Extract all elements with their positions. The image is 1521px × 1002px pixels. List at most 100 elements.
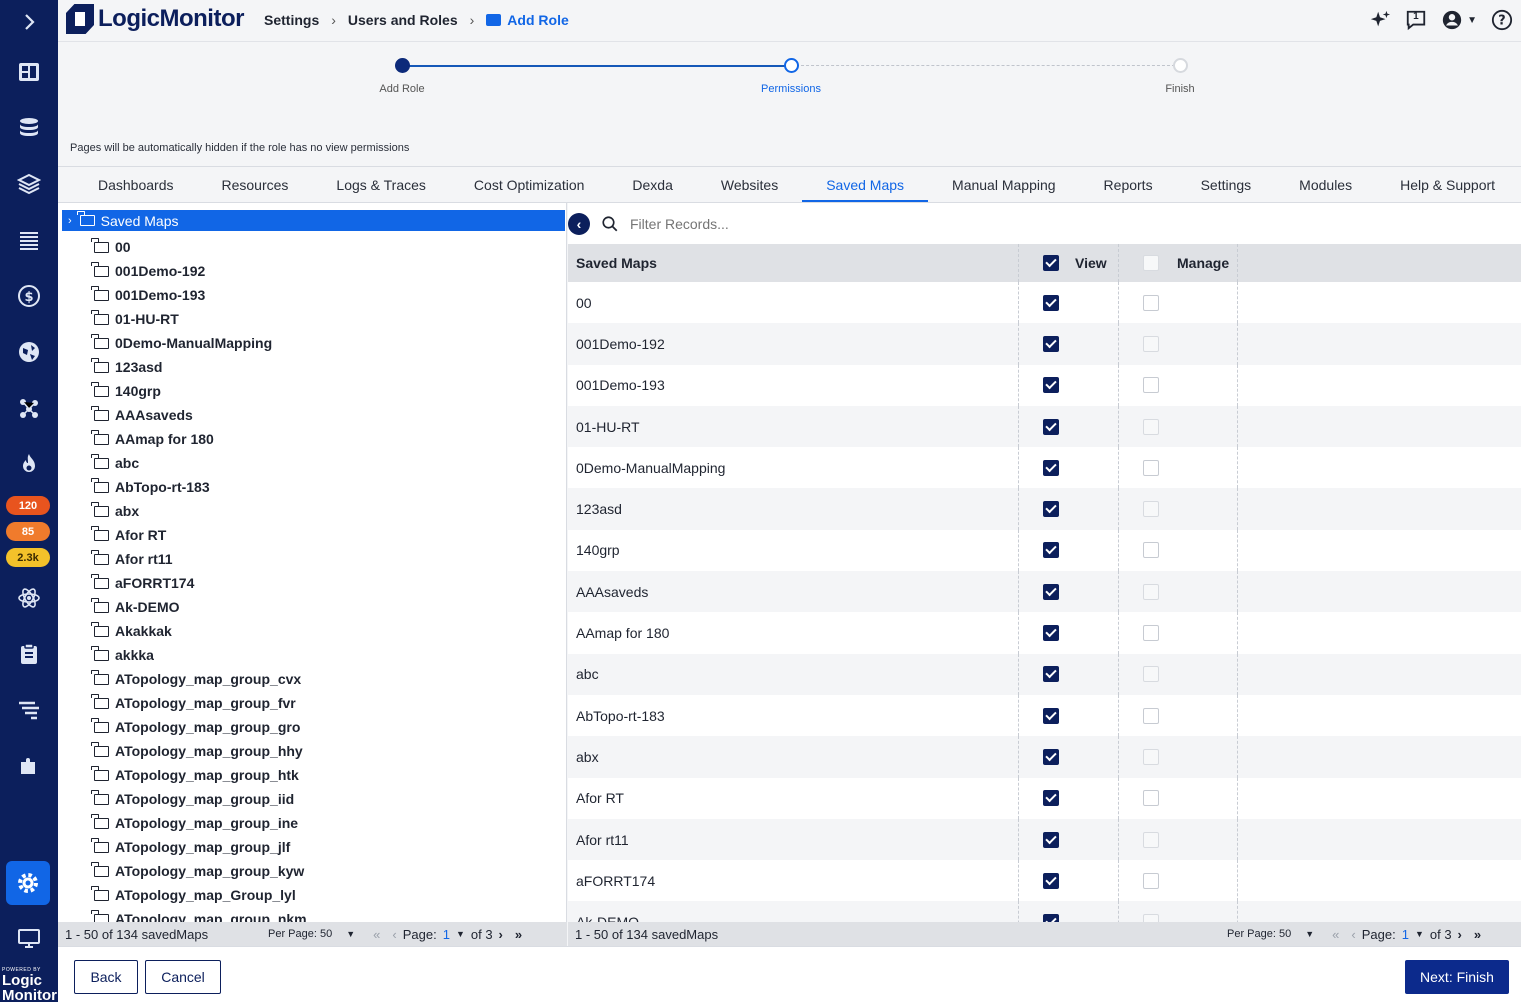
- manage-checkbox[interactable]: [1143, 666, 1159, 683]
- manage-checkbox[interactable]: [1143, 625, 1159, 642]
- tab-dexda[interactable]: Dexda: [608, 167, 696, 202]
- tab-saved-maps[interactable]: Saved Maps: [802, 167, 929, 202]
- view-checkbox[interactable]: [1043, 790, 1059, 807]
- view-checkbox[interactable]: [1043, 377, 1059, 394]
- tree-root-saved-maps[interactable]: › Saved Maps: [62, 210, 565, 231]
- tree-item[interactable]: 01-HU-RT: [91, 307, 307, 331]
- cancel-button[interactable]: Cancel: [145, 960, 221, 994]
- tree-item[interactable]: 001Demo-192: [91, 259, 307, 283]
- tree-item[interactable]: AAAsaveds: [91, 403, 307, 427]
- settings-gear-icon[interactable]: [6, 861, 50, 905]
- tree-item[interactable]: AAmap for 180: [91, 427, 307, 451]
- help-icon[interactable]: ?: [1491, 9, 1513, 31]
- tree-item[interactable]: abc: [91, 451, 307, 475]
- tree-item[interactable]: ATopology_map_group_iid: [91, 787, 307, 811]
- view-checkbox[interactable]: [1043, 831, 1059, 848]
- tab-resources[interactable]: Resources: [198, 167, 313, 202]
- tree-item[interactable]: ATopology_map_group_jlf: [91, 835, 307, 859]
- view-checkbox[interactable]: [1043, 418, 1059, 435]
- tab-reports[interactable]: Reports: [1080, 167, 1177, 202]
- tree-item[interactable]: ATopology_map_group_htk: [91, 763, 307, 787]
- view-checkbox[interactable]: [1043, 459, 1059, 476]
- view-checkbox[interactable]: [1043, 872, 1059, 889]
- manage-checkbox[interactable]: [1143, 831, 1159, 848]
- manage-checkbox[interactable]: [1143, 790, 1159, 807]
- view-checkbox[interactable]: [1043, 294, 1059, 311]
- caret-down-icon[interactable]: ▼: [1305, 929, 1314, 939]
- caret-down-icon[interactable]: ▼: [456, 929, 465, 939]
- prev-page-icon[interactable]: ‹: [1351, 927, 1355, 942]
- view-checkbox[interactable]: [1043, 335, 1059, 352]
- logicmonitor-logo[interactable]: LogicMonitor: [66, 4, 244, 34]
- manage-checkbox[interactable]: [1143, 335, 1159, 352]
- back-button[interactable]: Back: [74, 960, 138, 994]
- next-page-icon[interactable]: ›: [499, 927, 503, 942]
- manage-checkbox[interactable]: [1143, 707, 1159, 724]
- websites-icon[interactable]: [8, 334, 50, 370]
- manage-checkbox[interactable]: [1143, 872, 1159, 889]
- topology-icon[interactable]: [8, 390, 50, 426]
- first-page-icon[interactable]: «: [373, 927, 380, 942]
- user-avatar-icon[interactable]: ▼: [1441, 9, 1477, 31]
- chevron-right-icon[interactable]: ›: [68, 215, 72, 227]
- tree-item[interactable]: ATopology_map_group_fvr: [91, 691, 307, 715]
- tree-item[interactable]: 001Demo-193: [91, 283, 307, 307]
- caret-down-icon[interactable]: ▼: [346, 929, 355, 939]
- tree-item[interactable]: aFORRT174: [91, 571, 307, 595]
- manage-checkbox[interactable]: [1143, 294, 1159, 311]
- view-checkbox[interactable]: [1043, 542, 1059, 559]
- page-number-select[interactable]: 1: [443, 927, 450, 942]
- manage-checkbox[interactable]: [1143, 748, 1159, 765]
- traces-icon[interactable]: [8, 692, 50, 728]
- tab-dashboards[interactable]: Dashboards: [74, 167, 198, 202]
- tab-websites[interactable]: Websites: [697, 167, 802, 202]
- notifications-icon[interactable]: 1: [1405, 9, 1427, 31]
- tab-modules[interactable]: Modules: [1275, 167, 1376, 202]
- view-checkbox[interactable]: [1043, 666, 1059, 683]
- tree-item[interactable]: ATopology_map_group_cvx: [91, 667, 307, 691]
- resources-icon[interactable]: [8, 110, 50, 146]
- column-header-saved-maps[interactable]: Saved Maps: [568, 244, 1018, 282]
- manage-checkbox[interactable]: [1143, 914, 1159, 922]
- tree-item[interactable]: Afor rt11: [91, 547, 307, 571]
- tree-item[interactable]: Afor RT: [91, 523, 307, 547]
- tree-item[interactable]: ATopology_map_group_hhy: [91, 739, 307, 763]
- caret-down-icon[interactable]: ▼: [1415, 929, 1424, 939]
- breadcrumb-users-and-roles[interactable]: Users and Roles: [348, 12, 458, 28]
- tree-item[interactable]: 0Demo-ManualMapping: [91, 331, 307, 355]
- tree-item[interactable]: Ak-DEMO: [91, 595, 307, 619]
- view-checkbox[interactable]: [1043, 707, 1059, 724]
- page-number-select[interactable]: 1: [1402, 927, 1409, 942]
- tree-item[interactable]: 00: [91, 235, 307, 259]
- alerts-flame-icon[interactable]: [8, 446, 50, 482]
- modules-puzzle-icon[interactable]: [8, 748, 50, 784]
- manage-checkbox[interactable]: [1143, 542, 1159, 559]
- per-page-select[interactable]: Per Page: 50: [268, 928, 332, 940]
- tree-item[interactable]: ATopology_map_group_ine: [91, 811, 307, 835]
- first-page-icon[interactable]: «: [1332, 927, 1339, 942]
- tab-manual-mapping[interactable]: Manual Mapping: [928, 167, 1080, 202]
- view-checkbox[interactable]: [1043, 583, 1059, 600]
- manage-checkbox[interactable]: [1143, 418, 1159, 435]
- breadcrumb-settings[interactable]: Settings: [264, 12, 319, 28]
- view-checkbox[interactable]: [1043, 914, 1059, 922]
- tree-item[interactable]: 123asd: [91, 355, 307, 379]
- next-page-icon[interactable]: ›: [1458, 927, 1462, 942]
- last-page-icon[interactable]: »: [515, 927, 522, 942]
- alert-badge-warning[interactable]: 2.3k: [6, 548, 50, 567]
- tab-help-support[interactable]: Help & Support: [1376, 167, 1519, 202]
- monitor-icon[interactable]: [8, 920, 50, 956]
- ai-sparkle-icon[interactable]: [1369, 9, 1391, 31]
- view-checkbox[interactable]: [1043, 501, 1059, 518]
- last-page-icon[interactable]: »: [1474, 927, 1481, 942]
- integrations-atom-icon[interactable]: [8, 580, 50, 616]
- logs-icon[interactable]: [8, 222, 50, 258]
- layers-icon[interactable]: [8, 166, 50, 202]
- per-page-select[interactable]: Per Page: 50: [1227, 928, 1291, 940]
- manage-checkbox[interactable]: [1143, 583, 1159, 600]
- tree-item[interactable]: ATopology_map_group_kyw: [91, 859, 307, 883]
- reports-clipboard-icon[interactable]: [8, 636, 50, 672]
- tree-item[interactable]: AbTopo-rt-183: [91, 475, 307, 499]
- prev-page-icon[interactable]: ‹: [392, 927, 396, 942]
- tree-item[interactable]: 140grp: [91, 379, 307, 403]
